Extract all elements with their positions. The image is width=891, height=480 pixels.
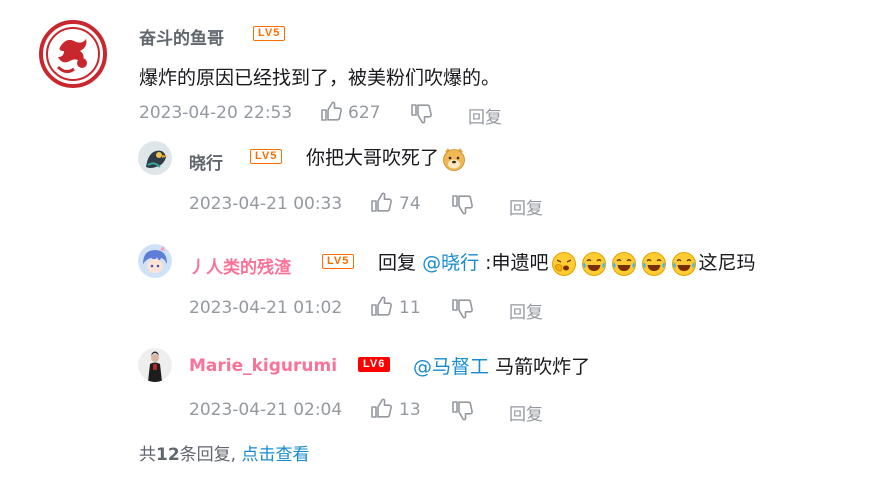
thumbs-down-icon[interactable]: [450, 192, 474, 216]
mention-link[interactable]: @马督工: [413, 356, 489, 378]
mention-link[interactable]: @晓行: [422, 252, 479, 274]
like-count: 627: [348, 103, 381, 123]
thumbs-up-icon[interactable]: [369, 397, 393, 421]
reply-text: 回复 @晓行 :申遗吧 这尼玛: [378, 248, 756, 277]
thumbs-up-icon[interactable]: [369, 191, 393, 215]
level-badge: LV5: [253, 26, 286, 41]
thumbs-down-icon[interactable]: [409, 101, 433, 125]
view-all-replies-link[interactable]: 点击查看: [241, 445, 309, 465]
avatar[interactable]: [138, 244, 172, 278]
laugh-cry-emoji-icon: [641, 251, 667, 277]
level-badge: LV6: [358, 357, 391, 372]
thumbs-up-icon[interactable]: [369, 295, 393, 319]
reply-count: 12: [156, 445, 180, 465]
summary-prefix: 共: [139, 445, 156, 465]
like-count: 11: [399, 298, 421, 318]
laugh-cry-emoji-icon: [581, 251, 607, 277]
reply-button[interactable]: 回复: [468, 103, 502, 128]
level-badge: LV5: [250, 149, 283, 164]
avatar[interactable]: [138, 141, 172, 175]
comment-text: 爆炸的原因已经找到了，被美粉们吹爆的。: [139, 67, 501, 89]
like-count: 74: [399, 194, 421, 214]
comment-time: 2023-04-21 02:04: [189, 400, 343, 420]
username[interactable]: 奋斗的鱼哥: [139, 24, 224, 49]
reply-content: :申遗吧: [485, 252, 549, 274]
yawn-emoji-icon: [551, 251, 577, 277]
comment-time: 2023-04-20 22:53: [139, 103, 293, 123]
replies-summary: 共12条回复, 点击查看: [139, 440, 309, 465]
avatar[interactable]: [38, 19, 108, 89]
anime-avatar-icon: [138, 244, 172, 278]
thumbs-down-icon[interactable]: [450, 296, 474, 320]
reply-content: 马箭吹炸了: [495, 356, 591, 378]
laugh-cry-emoji-icon: [671, 251, 697, 277]
like-count: 13: [399, 400, 421, 420]
username[interactable]: 晓行: [189, 149, 223, 174]
laugh-cry-emoji-icon: [611, 251, 637, 277]
reply-content-tail: 这尼玛: [698, 252, 756, 274]
reply-text: @马督工 马箭吹炸了: [413, 352, 590, 379]
thumbs-up-icon[interactable]: [319, 100, 343, 124]
level-badge: LV5: [322, 254, 355, 269]
comment-time: 2023-04-21 01:02: [189, 298, 343, 318]
reply-content: 你把大哥吹死了: [306, 147, 440, 169]
reply-button[interactable]: 回复: [509, 194, 543, 219]
bird-avatar-icon: [138, 141, 172, 175]
summary-suffix: 条回复,: [179, 445, 237, 465]
thumbs-down-icon[interactable]: [450, 398, 474, 422]
comment-time: 2023-04-21 00:33: [189, 194, 343, 214]
reply-button[interactable]: 回复: [509, 400, 543, 425]
username[interactable]: 丿人类的残渣: [189, 253, 291, 278]
avatar[interactable]: [138, 348, 172, 382]
reply-prefix: 回复: [378, 252, 417, 274]
red-seal-icon: [38, 19, 108, 89]
person-avatar-icon: [138, 348, 172, 382]
reply-text: 你把大哥吹死了: [306, 143, 469, 172]
username[interactable]: Marie_kigurumi: [189, 356, 337, 376]
reply-button[interactable]: 回复: [509, 298, 543, 323]
doge-emoji-icon: [441, 146, 467, 172]
